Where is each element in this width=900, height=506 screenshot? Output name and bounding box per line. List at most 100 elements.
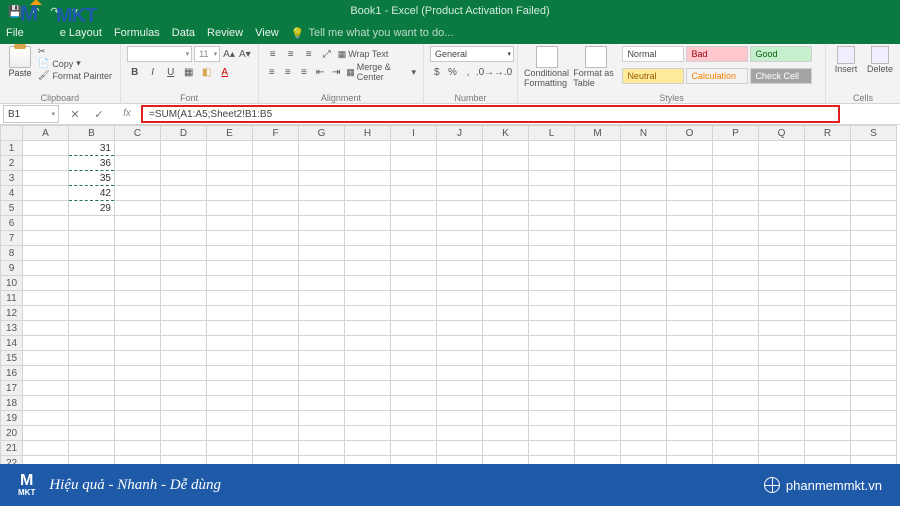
cell-I2[interactable] bbox=[391, 156, 437, 171]
currency-icon[interactable]: $ bbox=[430, 64, 444, 80]
cut-button[interactable]: ✂ bbox=[38, 46, 112, 57]
cell-S18[interactable] bbox=[851, 396, 897, 411]
cell-F4[interactable] bbox=[253, 186, 299, 201]
cell-R9[interactable] bbox=[805, 261, 851, 276]
cell-K10[interactable] bbox=[483, 276, 529, 291]
cell-D9[interactable] bbox=[161, 261, 207, 276]
cell-C7[interactable] bbox=[115, 231, 161, 246]
row-header-8[interactable]: 8 bbox=[1, 246, 23, 261]
align-center-icon[interactable]: ≡ bbox=[281, 64, 295, 80]
undo-icon[interactable]: ↶ bbox=[28, 4, 42, 18]
style-check-cell[interactable]: Check Cell bbox=[750, 68, 812, 84]
font-name-select[interactable] bbox=[127, 46, 192, 62]
cell-H16[interactable] bbox=[345, 366, 391, 381]
cell-M21[interactable] bbox=[575, 441, 621, 456]
cell-C13[interactable] bbox=[115, 321, 161, 336]
cell-B3[interactable]: 35 bbox=[69, 171, 115, 186]
cell-Q14[interactable] bbox=[759, 336, 805, 351]
cell-O5[interactable] bbox=[667, 201, 713, 216]
cell-A4[interactable] bbox=[23, 186, 69, 201]
cell-S17[interactable] bbox=[851, 381, 897, 396]
cell-C5[interactable] bbox=[115, 201, 161, 216]
cell-S15[interactable] bbox=[851, 351, 897, 366]
cell-I9[interactable] bbox=[391, 261, 437, 276]
cell-Q3[interactable] bbox=[759, 171, 805, 186]
cell-J15[interactable] bbox=[437, 351, 483, 366]
cell-J19[interactable] bbox=[437, 411, 483, 426]
cell-O8[interactable] bbox=[667, 246, 713, 261]
cell-L9[interactable] bbox=[529, 261, 575, 276]
cell-K13[interactable] bbox=[483, 321, 529, 336]
insert-button[interactable]: Insert bbox=[832, 46, 860, 74]
cell-Q21[interactable] bbox=[759, 441, 805, 456]
row-header-15[interactable]: 15 bbox=[1, 351, 23, 366]
cell-H19[interactable] bbox=[345, 411, 391, 426]
cell-E1[interactable] bbox=[207, 141, 253, 156]
cell-N21[interactable] bbox=[621, 441, 667, 456]
tab-view[interactable]: View bbox=[255, 27, 279, 39]
cell-J11[interactable] bbox=[437, 291, 483, 306]
cell-B19[interactable] bbox=[69, 411, 115, 426]
cell-G18[interactable] bbox=[299, 396, 345, 411]
row-header-7[interactable]: 7 bbox=[1, 231, 23, 246]
cell-O17[interactable] bbox=[667, 381, 713, 396]
cell-P13[interactable] bbox=[713, 321, 759, 336]
paste-button[interactable]: Paste bbox=[6, 46, 34, 81]
cell-J3[interactable] bbox=[437, 171, 483, 186]
col-header-N[interactable]: N bbox=[621, 126, 667, 141]
cell-K22[interactable] bbox=[483, 456, 529, 465]
delete-button[interactable]: Delete bbox=[866, 46, 894, 74]
cell-F1[interactable] bbox=[253, 141, 299, 156]
col-header-K[interactable]: K bbox=[483, 126, 529, 141]
cell-S19[interactable] bbox=[851, 411, 897, 426]
col-header-S[interactable]: S bbox=[851, 126, 897, 141]
cell-R14[interactable] bbox=[805, 336, 851, 351]
cell-I17[interactable] bbox=[391, 381, 437, 396]
cell-J16[interactable] bbox=[437, 366, 483, 381]
cell-G13[interactable] bbox=[299, 321, 345, 336]
cell-O21[interactable] bbox=[667, 441, 713, 456]
cell-P2[interactable] bbox=[713, 156, 759, 171]
cell-H14[interactable] bbox=[345, 336, 391, 351]
cell-R18[interactable] bbox=[805, 396, 851, 411]
cell-O9[interactable] bbox=[667, 261, 713, 276]
cell-F19[interactable] bbox=[253, 411, 299, 426]
col-header-C[interactable]: C bbox=[115, 126, 161, 141]
cell-N4[interactable] bbox=[621, 186, 667, 201]
cell-G21[interactable] bbox=[299, 441, 345, 456]
border-button[interactable]: ▦ bbox=[181, 64, 197, 80]
cell-D5[interactable] bbox=[161, 201, 207, 216]
cell-J13[interactable] bbox=[437, 321, 483, 336]
align-left-icon[interactable]: ≡ bbox=[265, 64, 279, 80]
cell-J8[interactable] bbox=[437, 246, 483, 261]
col-header-M[interactable]: M bbox=[575, 126, 621, 141]
cell-D4[interactable] bbox=[161, 186, 207, 201]
cell-F2[interactable] bbox=[253, 156, 299, 171]
cell-K12[interactable] bbox=[483, 306, 529, 321]
cell-G10[interactable] bbox=[299, 276, 345, 291]
cell-N16[interactable] bbox=[621, 366, 667, 381]
cell-J1[interactable] bbox=[437, 141, 483, 156]
qat-customize-icon[interactable]: ▾ bbox=[68, 4, 82, 18]
cell-P7[interactable] bbox=[713, 231, 759, 246]
cell-A22[interactable] bbox=[23, 456, 69, 465]
cell-S13[interactable] bbox=[851, 321, 897, 336]
cell-P3[interactable] bbox=[713, 171, 759, 186]
cell-R7[interactable] bbox=[805, 231, 851, 246]
cell-O6[interactable] bbox=[667, 216, 713, 231]
cell-B12[interactable] bbox=[69, 306, 115, 321]
cell-I19[interactable] bbox=[391, 411, 437, 426]
cell-J17[interactable] bbox=[437, 381, 483, 396]
row-header-21[interactable]: 21 bbox=[1, 441, 23, 456]
cell-C21[interactable] bbox=[115, 441, 161, 456]
cell-L7[interactable] bbox=[529, 231, 575, 246]
cell-I18[interactable] bbox=[391, 396, 437, 411]
cell-P20[interactable] bbox=[713, 426, 759, 441]
cell-M8[interactable] bbox=[575, 246, 621, 261]
cell-H1[interactable] bbox=[345, 141, 391, 156]
row-header-9[interactable]: 9 bbox=[1, 261, 23, 276]
cell-S4[interactable] bbox=[851, 186, 897, 201]
cell-Q10[interactable] bbox=[759, 276, 805, 291]
cell-G15[interactable] bbox=[299, 351, 345, 366]
cell-B17[interactable] bbox=[69, 381, 115, 396]
